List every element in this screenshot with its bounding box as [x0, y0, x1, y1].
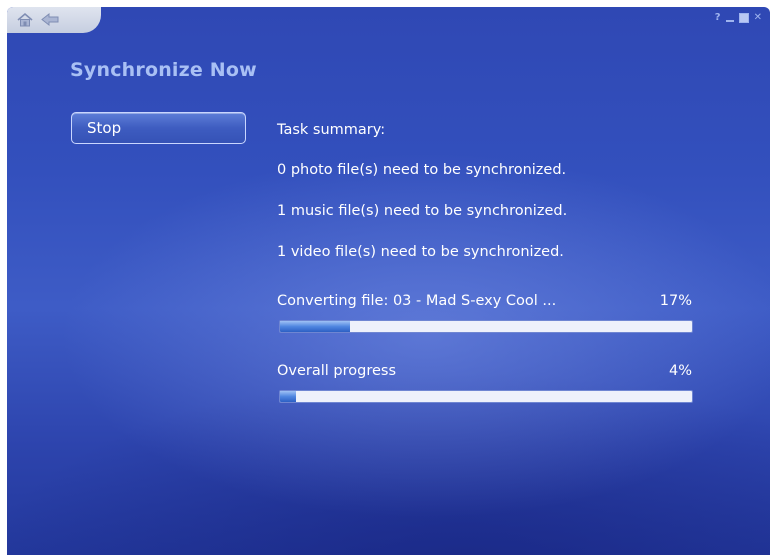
page-title: Synchronize Now: [70, 59, 257, 81]
summary-video-line: 1 video file(s) need to be synchronized.: [277, 244, 564, 260]
summary-photo-line: 0 photo file(s) need to be synchronized.: [277, 162, 567, 178]
window-controls: ? ✕: [715, 11, 762, 25]
stop-button[interactable]: Stop: [71, 112, 246, 144]
summary-heading: Task summary:: [277, 122, 386, 138]
media-center-window: ? ✕ Synchronize Now Stop Task summary: 0…: [7, 7, 770, 555]
current-file-label: Converting file: 03 - Mad S-exy Cool ...: [277, 293, 557, 309]
titlebar: ? ✕: [7, 7, 770, 33]
home-icon[interactable]: [16, 12, 34, 27]
overall-progress-bar: [279, 390, 693, 403]
back-icon[interactable]: [40, 12, 60, 27]
maximize-icon[interactable]: [738, 13, 749, 23]
overall-progress-fill: [280, 391, 297, 402]
current-file-progress-bar: [279, 320, 693, 333]
close-icon[interactable]: ✕: [754, 12, 762, 24]
help-icon[interactable]: ?: [715, 12, 721, 24]
overall-progress-label: Overall progress: [277, 363, 397, 379]
overall-progress-percent: 4%: [668, 363, 692, 379]
current-file-percent: 17%: [659, 293, 692, 309]
summary-music-line: 1 music file(s) need to be synchronized.: [277, 203, 568, 219]
titlebar-nav: [7, 7, 101, 33]
current-file-progress-fill: [280, 321, 351, 332]
minimize-icon[interactable]: [725, 20, 734, 22]
